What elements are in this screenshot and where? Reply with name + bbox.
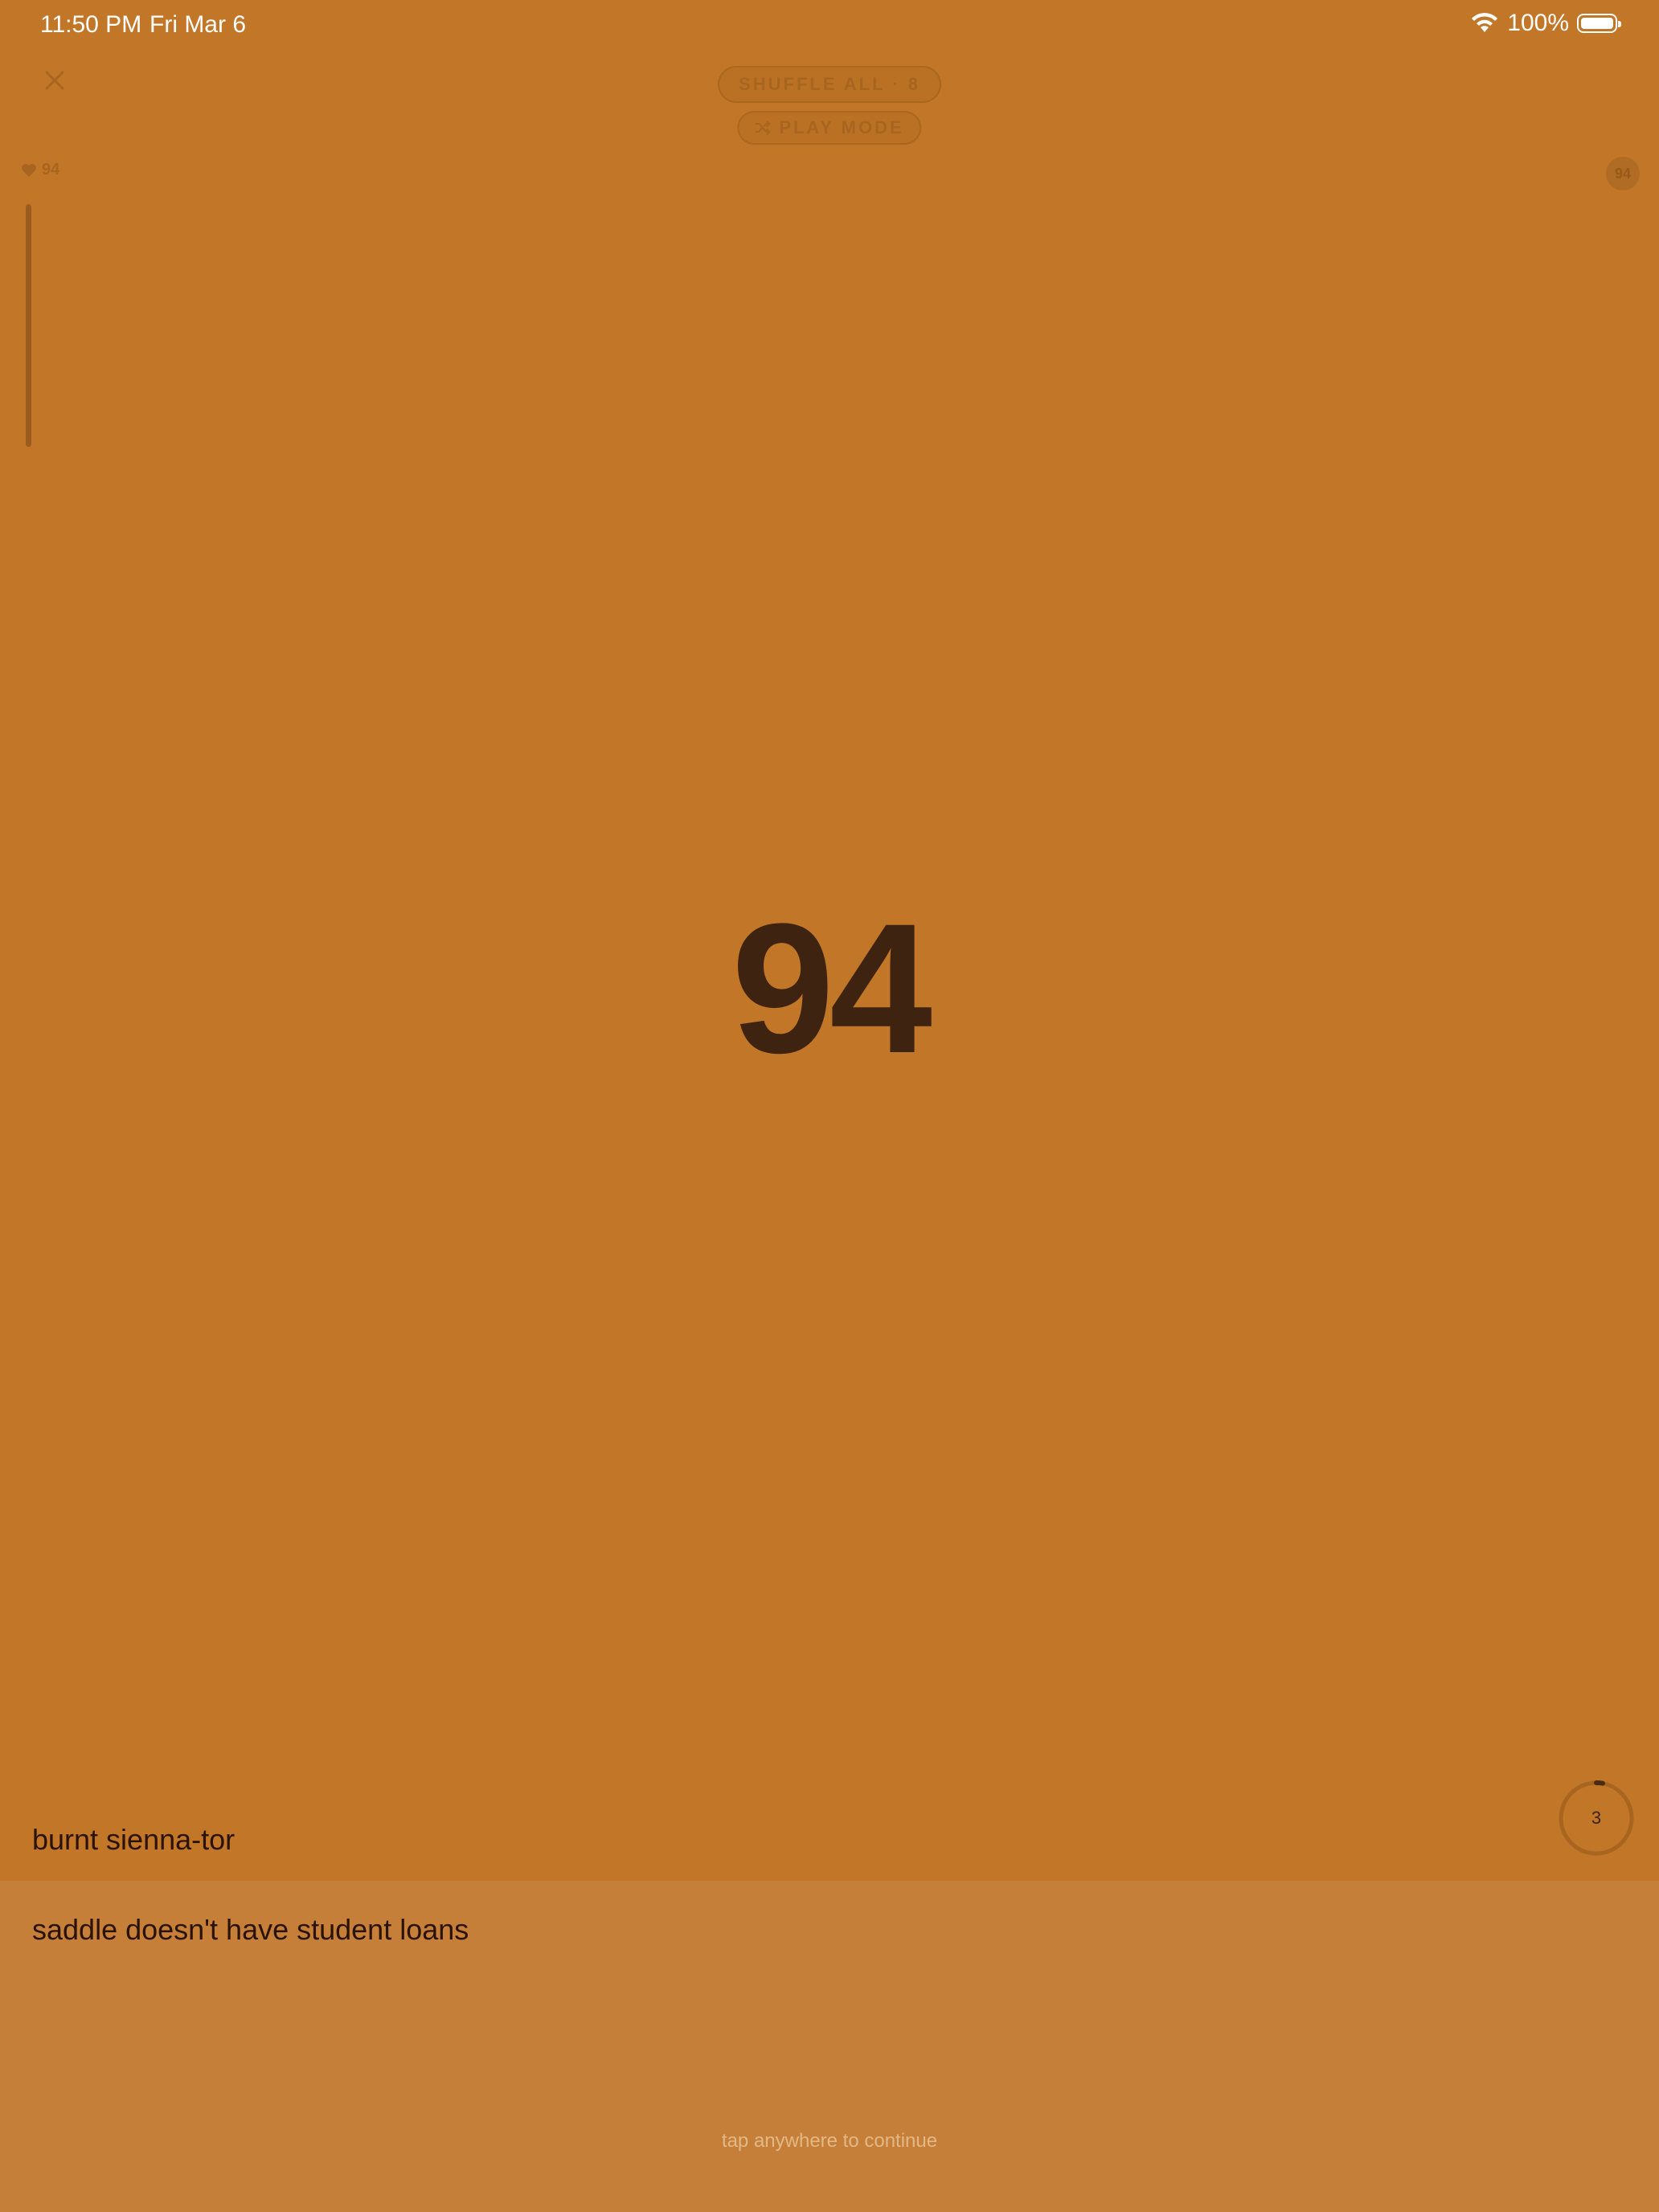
play-mode-button[interactable]: PLAY MODE [737,111,922,145]
big-number: 94 [731,885,932,1092]
countdown-timer: 3 [1558,1780,1635,1857]
continue-hint: tap anywhere to continue [721,2130,938,2152]
close-button[interactable] [39,64,71,96]
wifi-icon [1472,13,1498,32]
score-badge: 94 [1606,157,1640,190]
favorite-count-value: 94 [42,161,60,178]
shuffle-all-button[interactable]: SHUFFLE ALL · 8 [718,66,941,103]
status-time: 11:50 PM [40,11,142,38]
progress-bar [26,204,31,447]
close-icon [45,71,64,90]
status-date: Fri Mar 6 [150,11,246,38]
play-mode-label: PLAY MODE [779,117,904,137]
color-name: burnt sienna-tor [32,1823,236,1856]
heart-icon [22,163,36,177]
caption-text: saddle doesn't have student loans [32,1913,469,1946]
timer-value: 3 [1591,1808,1602,1828]
battery-icon [1577,14,1621,33]
shuffle-icon [755,121,771,135]
shuffle-all-label: SHUFFLE ALL · 8 [739,74,920,94]
status-indicators: 100% [1470,10,1621,37]
battery-percentage: 100% [1507,10,1569,36]
favorite-count: 94 [21,161,59,179]
